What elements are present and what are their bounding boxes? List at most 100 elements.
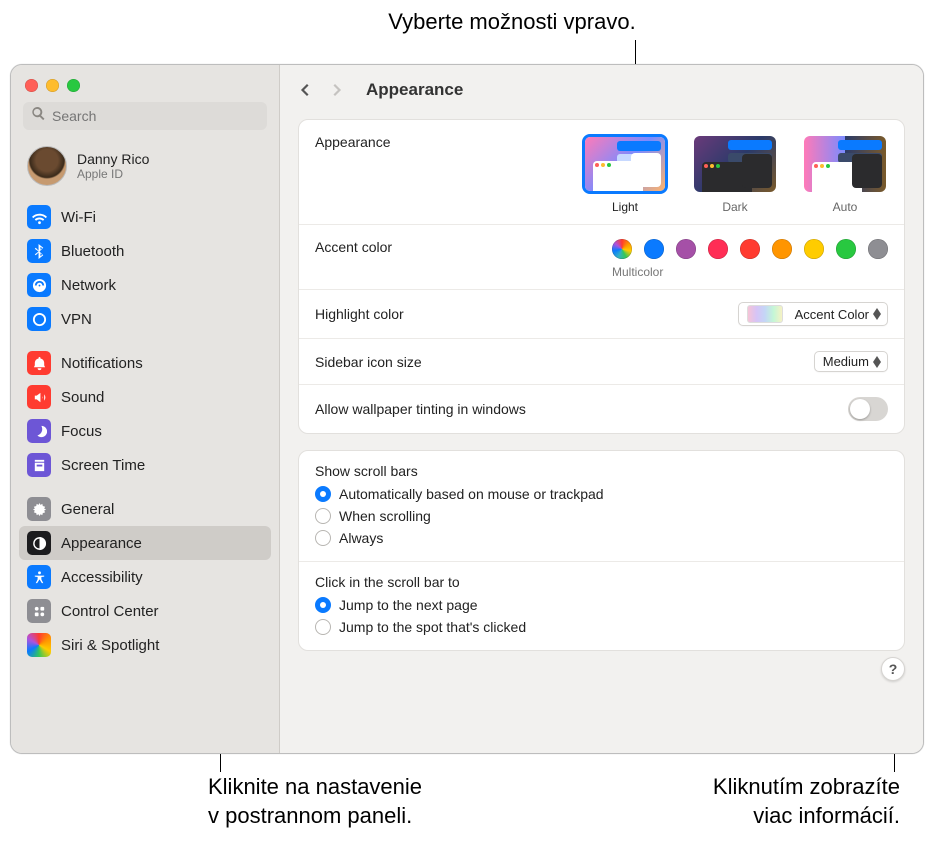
label-highlight: Highlight color — [315, 306, 404, 322]
sidebar-item-label: Control Center — [61, 603, 159, 620]
minimize-button[interactable] — [46, 79, 59, 92]
select-value: Medium — [823, 354, 869, 369]
radio-label: When scrolling — [339, 508, 431, 524]
accent-swatch-pink[interactable] — [708, 239, 728, 259]
page-title: Appearance — [366, 80, 463, 100]
sidebar-item-vpn[interactable]: VPN — [19, 302, 271, 336]
sidebar-item-apple-id[interactable]: Danny Rico Apple ID — [11, 140, 279, 198]
user-sub: Apple ID — [77, 167, 149, 181]
callout-text: viac informácií. — [570, 802, 900, 831]
sidebar-item-label: Bluetooth — [61, 243, 124, 260]
radio-label: Jump to the spot that's clicked — [339, 619, 526, 635]
radio-scroll-always[interactable]: Always — [315, 527, 888, 549]
radio-click-next-page[interactable]: Jump to the next page — [315, 594, 888, 616]
label-appearance: Appearance — [315, 134, 391, 150]
sidebar-item-accessibility[interactable]: Accessibility — [19, 560, 271, 594]
sidebar-item-label: General — [61, 501, 114, 518]
accent-swatch-green[interactable] — [836, 239, 856, 259]
row-highlight-color: Highlight color Accent Color — [299, 289, 904, 338]
main-content: Appearance Appearance — [280, 65, 923, 753]
accent-selected-name: Multicolor — [612, 265, 888, 279]
thumb-label: Dark — [722, 200, 747, 214]
help-button[interactable]: ? — [881, 657, 905, 681]
siri-icon — [27, 633, 51, 657]
highlight-color-select[interactable]: Accent Color — [738, 302, 888, 326]
label-tinting: Allow wallpaper tinting in windows — [315, 401, 526, 417]
updown-icon — [873, 308, 881, 320]
sidebar-item-notifications[interactable]: Notifications — [19, 346, 271, 380]
sidebar-item-bluetooth[interactable]: Bluetooth — [19, 234, 271, 268]
radio-icon — [315, 619, 331, 635]
appearance-option-light[interactable]: Light — [582, 134, 668, 214]
label-click-scroll: Click in the scroll bar to — [299, 562, 904, 592]
accent-color-picker — [612, 239, 888, 259]
search-input[interactable] — [52, 108, 259, 124]
click-scroll-group: Jump to the next page Jump to the spot t… — [299, 592, 904, 650]
network-icon — [27, 273, 51, 297]
window-traffic-lights — [11, 65, 279, 102]
accent-swatch-yellow[interactable] — [804, 239, 824, 259]
sidebar-item-siri[interactable]: Siri & Spotlight — [19, 628, 271, 662]
radio-icon — [315, 530, 331, 546]
updown-icon — [873, 356, 881, 368]
callout-top: Vyberte možnosti vpravo. — [312, 8, 712, 37]
sidebar-item-control-center[interactable]: Control Center — [19, 594, 271, 628]
sidebar-item-label: VPN — [61, 311, 92, 328]
accent-swatch-blue[interactable] — [644, 239, 664, 259]
back-button[interactable] — [298, 82, 314, 98]
wallpaper-tinting-toggle[interactable] — [848, 397, 888, 421]
appearance-option-dark[interactable]: Dark — [692, 134, 778, 214]
radio-icon — [315, 486, 331, 502]
sidebar-size-select[interactable]: Medium — [814, 351, 888, 372]
sidebar-item-network[interactable]: Network — [19, 268, 271, 302]
row-wallpaper-tinting: Allow wallpaper tinting in windows — [299, 384, 904, 433]
label-sidebar-size: Sidebar icon size — [315, 354, 422, 370]
sidebar-item-screen-time[interactable]: Screen Time — [19, 448, 271, 482]
sidebar-item-sound[interactable]: Sound — [19, 380, 271, 414]
search-field[interactable] — [23, 102, 267, 130]
accent-swatch-purple[interactable] — [676, 239, 696, 259]
thumb-label: Light — [612, 200, 638, 214]
avatar — [27, 146, 67, 186]
accent-swatch-red[interactable] — [740, 239, 760, 259]
row-accent-color: Accent color — [299, 224, 904, 289]
sidebar-item-label: Wi-Fi — [61, 209, 96, 226]
label-show-scroll-bars: Show scroll bars — [299, 451, 904, 481]
close-button[interactable] — [25, 79, 38, 92]
radio-label: Always — [339, 530, 383, 546]
accessibility-icon — [27, 565, 51, 589]
sidebar-list: Wi-Fi Bluetooth Network VPN No — [11, 198, 279, 670]
row-appearance-mode: Appearance Light — [299, 120, 904, 224]
panel-scroll: Show scroll bars Automatically based on … — [298, 450, 905, 651]
sidebar-item-appearance[interactable]: Appearance — [19, 526, 271, 560]
callout-text: v postrannom paneli. — [208, 802, 422, 831]
radio-label: Automatically based on mouse or trackpad — [339, 486, 604, 502]
accent-swatch-graphite[interactable] — [868, 239, 888, 259]
sidebar-item-focus[interactable]: Focus — [19, 414, 271, 448]
radio-label: Jump to the next page — [339, 597, 478, 613]
radio-icon — [315, 597, 331, 613]
radio-scroll-when-scrolling[interactable]: When scrolling — [315, 505, 888, 527]
accent-swatch-orange[interactable] — [772, 239, 792, 259]
radio-click-spot[interactable]: Jump to the spot that's clicked — [315, 616, 888, 638]
callout-text: Kliknutím zobrazíte — [570, 773, 900, 802]
vpn-icon — [27, 307, 51, 331]
highlight-swatch-icon — [747, 305, 783, 323]
accent-swatch-multicolor[interactable] — [612, 239, 632, 259]
radio-scroll-auto[interactable]: Automatically based on mouse or trackpad — [315, 483, 888, 505]
fullscreen-button[interactable] — [67, 79, 80, 92]
sidebar-item-wifi[interactable]: Wi-Fi — [19, 200, 271, 234]
forward-button[interactable] — [328, 82, 344, 98]
wifi-icon — [27, 205, 51, 229]
sidebar-item-general[interactable]: General — [19, 492, 271, 526]
content-area: Appearance Light — [280, 115, 923, 685]
sidebar: Danny Rico Apple ID Wi-Fi Bluetooth Netw… — [11, 65, 280, 753]
bluetooth-icon — [27, 239, 51, 263]
label-accent: Accent color — [315, 239, 392, 255]
appearance-option-auto[interactable]: Auto — [802, 134, 888, 214]
user-name: Danny Rico — [77, 151, 149, 167]
screen-time-icon — [27, 453, 51, 477]
sidebar-item-label: Notifications — [61, 355, 143, 372]
appearance-icon — [27, 531, 51, 555]
settings-window: Danny Rico Apple ID Wi-Fi Bluetooth Netw… — [10, 64, 924, 754]
